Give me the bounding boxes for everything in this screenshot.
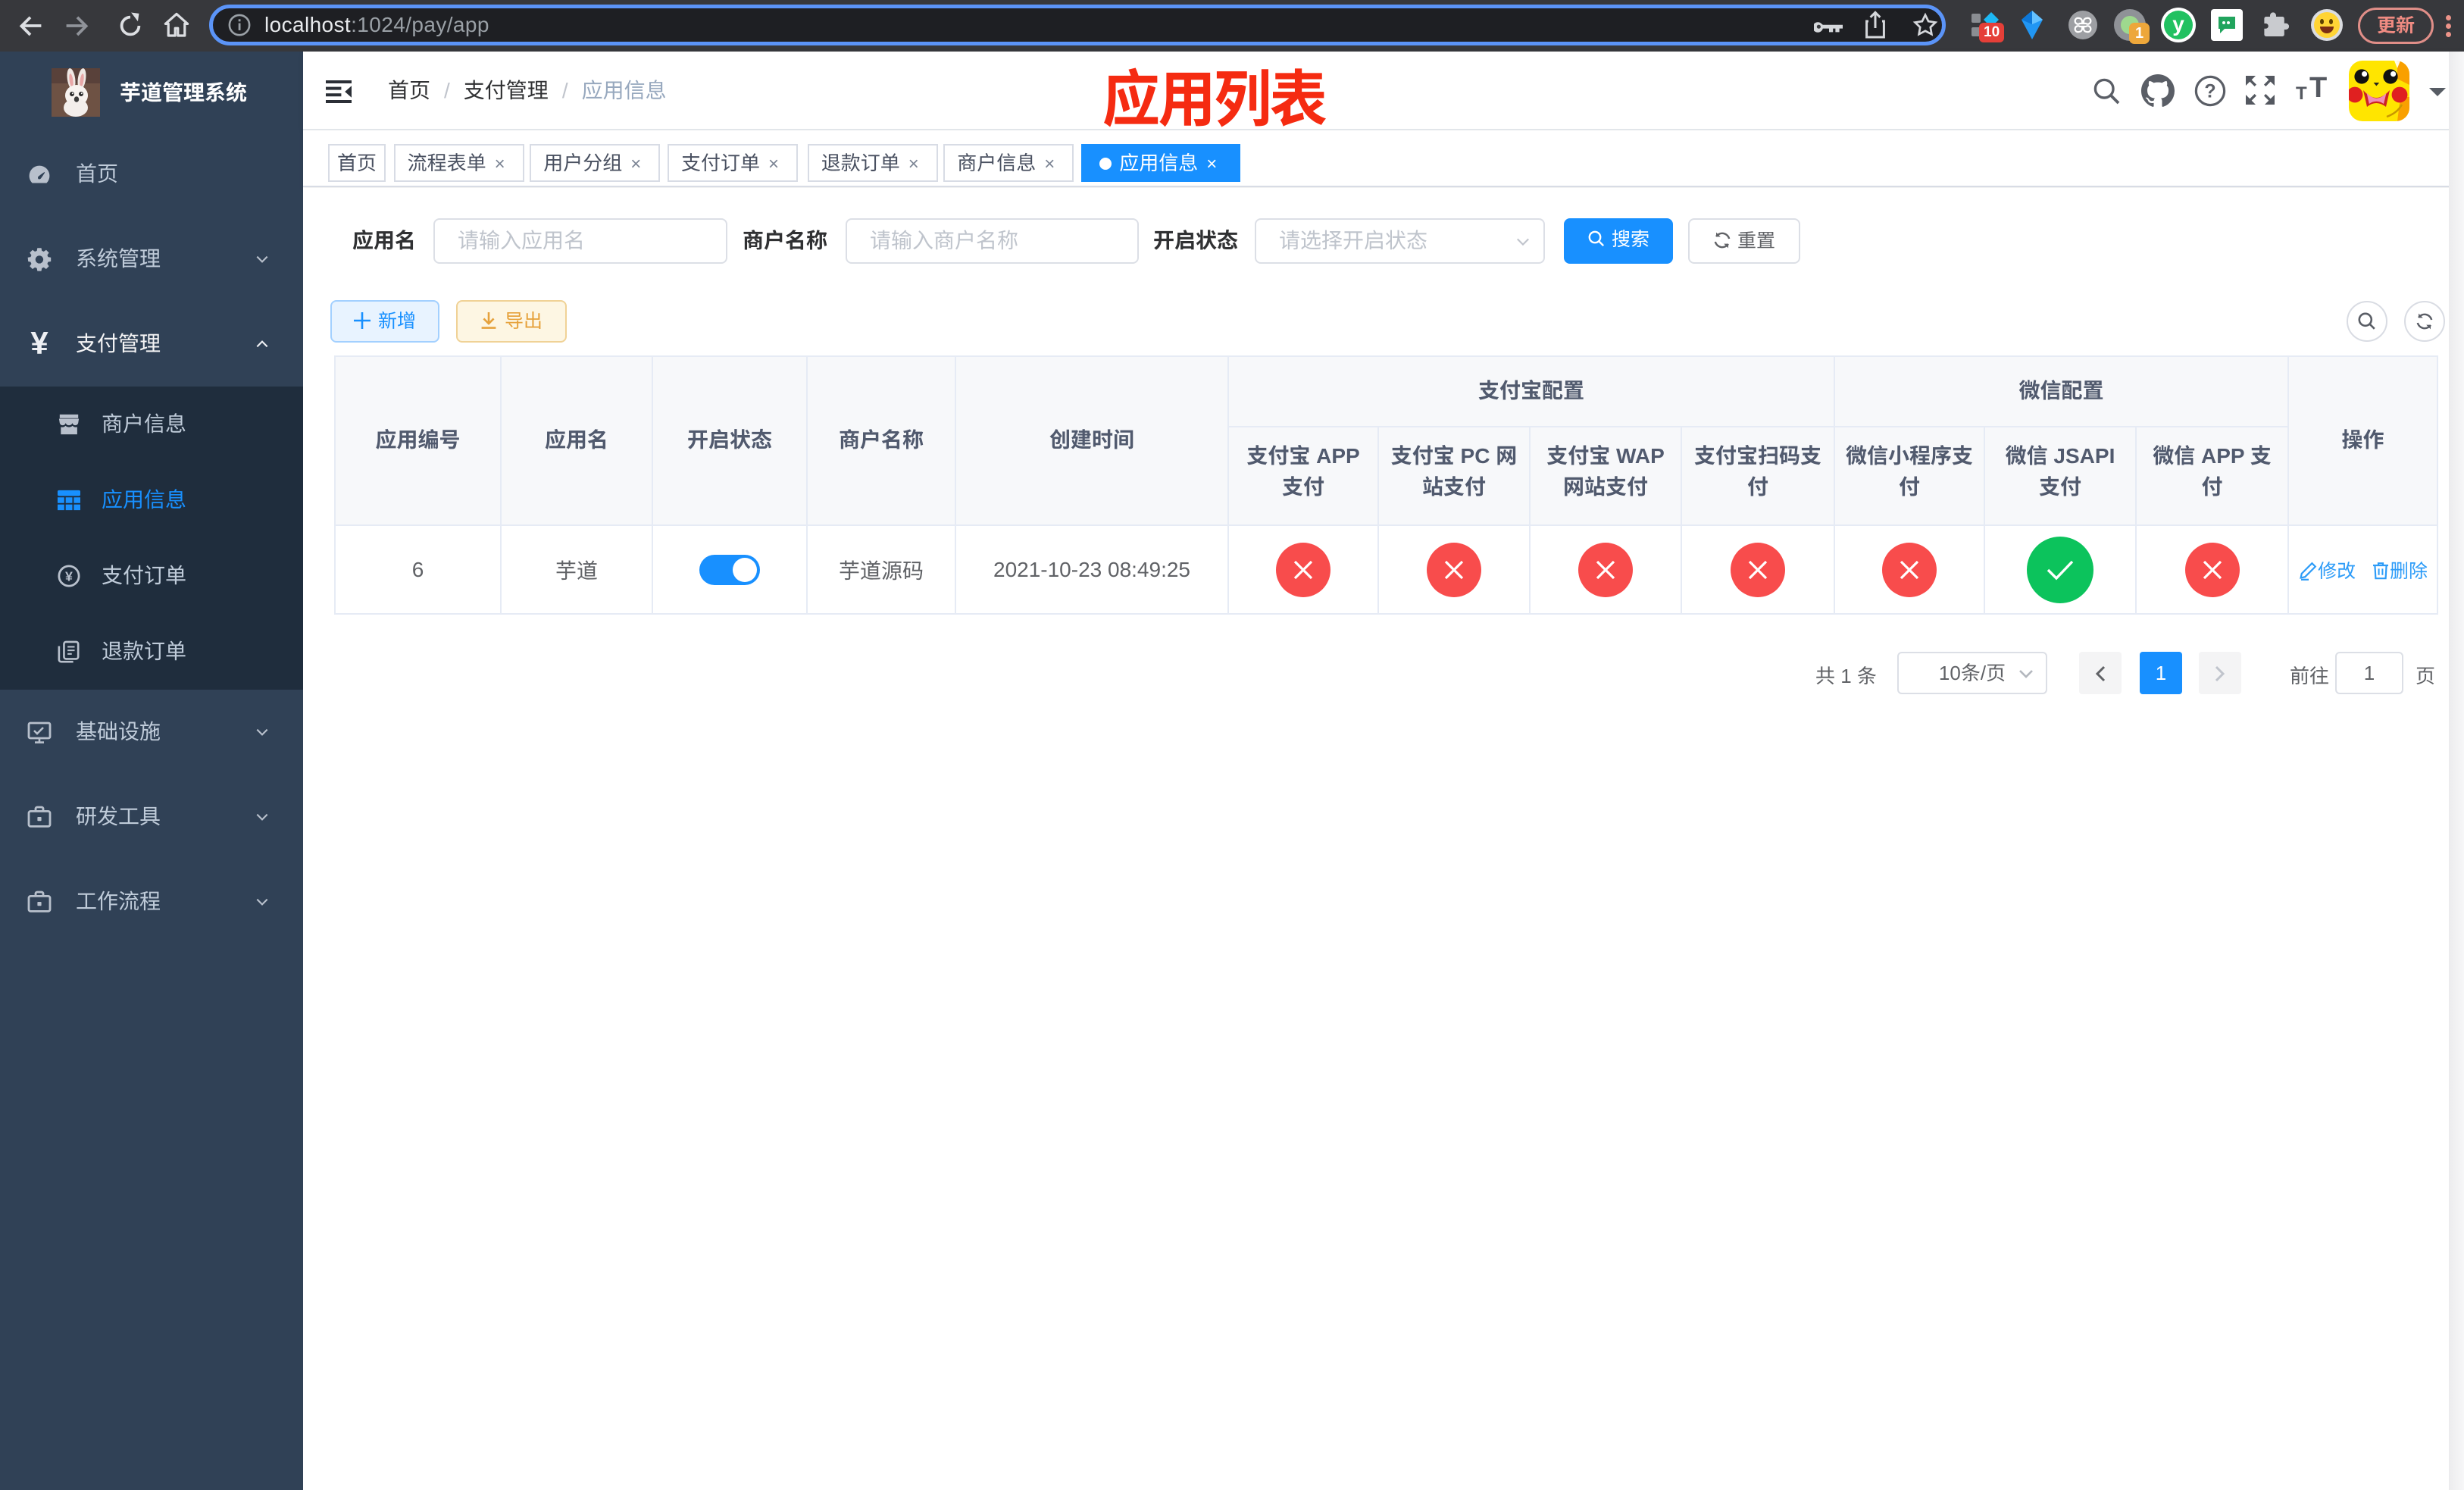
svg-text:¥: ¥ xyxy=(65,568,73,584)
svg-text:?: ? xyxy=(2204,81,2215,102)
